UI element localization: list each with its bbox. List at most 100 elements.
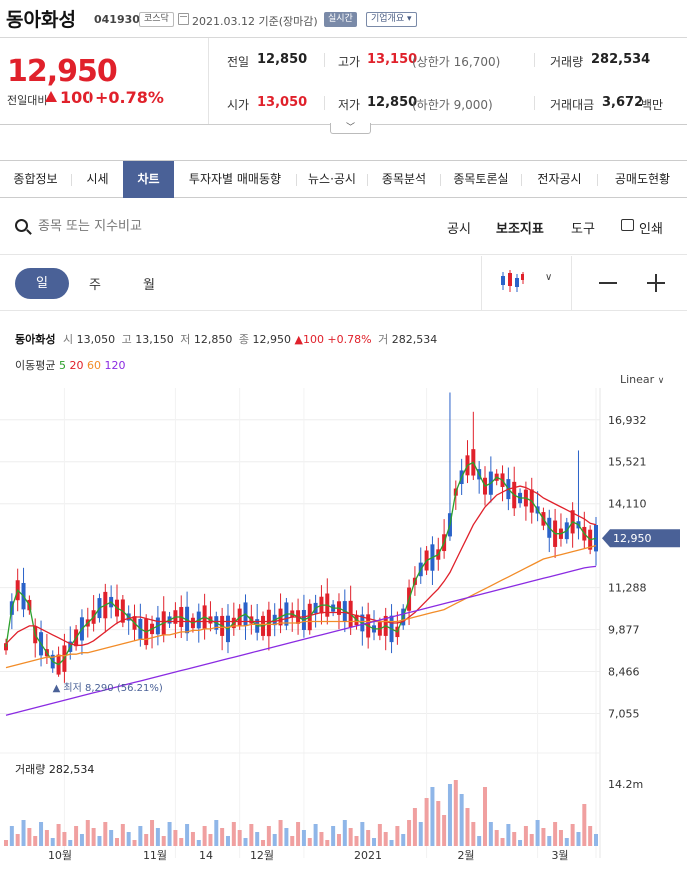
volume-bar [85, 820, 90, 846]
x-tick-label: 10월 [48, 849, 72, 862]
volume-bar [4, 840, 8, 846]
scale-mode-dropdown[interactable]: Linear ∨ [620, 373, 664, 386]
volume-bar [500, 838, 505, 846]
tab-discussion[interactable]: 종목토론실 [441, 161, 521, 198]
tab-investor-trading[interactable]: 투자자별 매매동향 [174, 161, 296, 198]
volume-bar [401, 834, 406, 846]
tab-short-selling[interactable]: 공매도현황 [598, 161, 687, 198]
volume-bar [39, 822, 44, 846]
volume-bar [465, 808, 470, 846]
volume-label: 거래량 [550, 55, 584, 69]
period-month-button[interactable]: 월 [143, 274, 155, 293]
x-tick-label: 2월 [457, 849, 474, 862]
high-label: 고가 [338, 55, 361, 69]
tab-news[interactable]: 뉴스·공시 [297, 161, 367, 198]
info-high-label: 고 [121, 333, 132, 346]
tab-analysis[interactable]: 종목분석 [368, 161, 440, 198]
volume-bar [407, 820, 412, 846]
amount-label: 거래대금 [550, 98, 595, 112]
market-badge: 코스닥 [139, 12, 174, 27]
volume-bar [512, 832, 517, 846]
divider [208, 38, 209, 124]
volume-bar [261, 840, 266, 846]
volume-bar [301, 830, 306, 846]
volume-bar [372, 838, 377, 846]
search-input[interactable] [38, 217, 238, 235]
info-name: 동아화성 [15, 333, 56, 346]
print-icon[interactable] [621, 219, 634, 231]
tab-overview[interactable]: 종합정보 [0, 161, 71, 198]
volume-bar [161, 836, 166, 846]
volume-bar [214, 820, 219, 846]
volume-bar [44, 830, 49, 846]
volume-bar [120, 824, 125, 846]
expand-button[interactable]: ﹀ [330, 123, 371, 134]
tab-quotes[interactable]: 시세 [72, 161, 123, 198]
zoom-out-button[interactable] [599, 282, 617, 284]
print-button[interactable]: 인쇄 [639, 218, 663, 237]
volume-bar [582, 804, 587, 846]
current-price-tag: 12,950 [602, 529, 680, 548]
volume-bar [62, 832, 67, 846]
volume-bar [68, 840, 73, 846]
volume-bar [313, 824, 318, 846]
x-tick-label: 11월 [143, 849, 167, 862]
tab-disclosure[interactable]: 전자공시 [522, 161, 597, 198]
volume-bar [33, 836, 38, 846]
volume-axis-label: 14.2m [608, 778, 643, 791]
volume-bar [395, 826, 400, 846]
y-tick-label: 14,110 [608, 498, 647, 511]
disclosure-button[interactable]: 공시 [447, 218, 471, 237]
realtime-button[interactable]: 실시간 [324, 12, 357, 27]
tools-button[interactable]: 도구 [571, 218, 595, 237]
volume-bar [21, 820, 26, 846]
company-overview-button[interactable]: 기업개요 ▾ [366, 12, 417, 27]
moving-average-legend[interactable]: 이동평균 5 20 60 120 [15, 357, 125, 373]
info-open-label: 시 [62, 333, 74, 346]
divider [0, 254, 687, 255]
divider [324, 53, 325, 67]
scale-mode-label: Linear [620, 373, 655, 386]
indicator-button[interactable]: 보조지표 [496, 218, 544, 237]
volume-title: 거래량 282,534 [15, 763, 95, 776]
volume-bar [377, 824, 382, 846]
info-high: 13,150 [135, 333, 174, 346]
volume-bar [284, 828, 289, 846]
volume-bar [202, 826, 207, 846]
y-tick-label: 11,288 [608, 582, 647, 595]
period-week-button[interactable]: 주 [89, 274, 101, 293]
min-price-marker: ▲ 최저 8,290 (56.21%) [53, 682, 163, 694]
up-arrow-icon [45, 91, 57, 102]
ma-60: 60 [86, 359, 101, 372]
volume-bar [529, 834, 534, 846]
x-tick-label: 2021 [354, 849, 382, 862]
y-tick-label: 16,932 [608, 414, 647, 427]
volume-bar [79, 834, 84, 846]
volume-bar [523, 826, 528, 846]
candlestick-icon[interactable] [499, 270, 525, 294]
tab-chart[interactable]: 차트 [123, 161, 174, 198]
chevron-down-icon[interactable]: ∨ [545, 272, 552, 283]
ma-120: 120 [104, 359, 126, 372]
price-chart[interactable]: 16,932 15,521 14,110 12,950 11,288 9,877 8,466… [0, 388, 687, 874]
volume-bar [383, 832, 388, 846]
info-open: 13,050 [76, 333, 116, 346]
volume-bar [506, 824, 511, 846]
info-close-label: 종 [238, 333, 249, 346]
volume-bar [348, 828, 353, 846]
volume-bar [190, 832, 195, 846]
volume-bar [150, 820, 155, 846]
lower-limit: (하한가 9,000) [412, 98, 493, 112]
search-icon[interactable] [15, 219, 28, 232]
amount-unit: 백만 [641, 98, 664, 112]
volume-bar [278, 820, 283, 846]
volume-bar [488, 822, 493, 846]
divider [0, 37, 687, 38]
volume-bar [535, 820, 540, 846]
info-close: 12,950 [252, 333, 291, 346]
volume-bar [494, 830, 499, 846]
period-day-button[interactable]: 일 [15, 268, 69, 299]
volume-bar [307, 838, 312, 846]
volume-bar [138, 826, 143, 846]
volume-bar [103, 822, 108, 846]
